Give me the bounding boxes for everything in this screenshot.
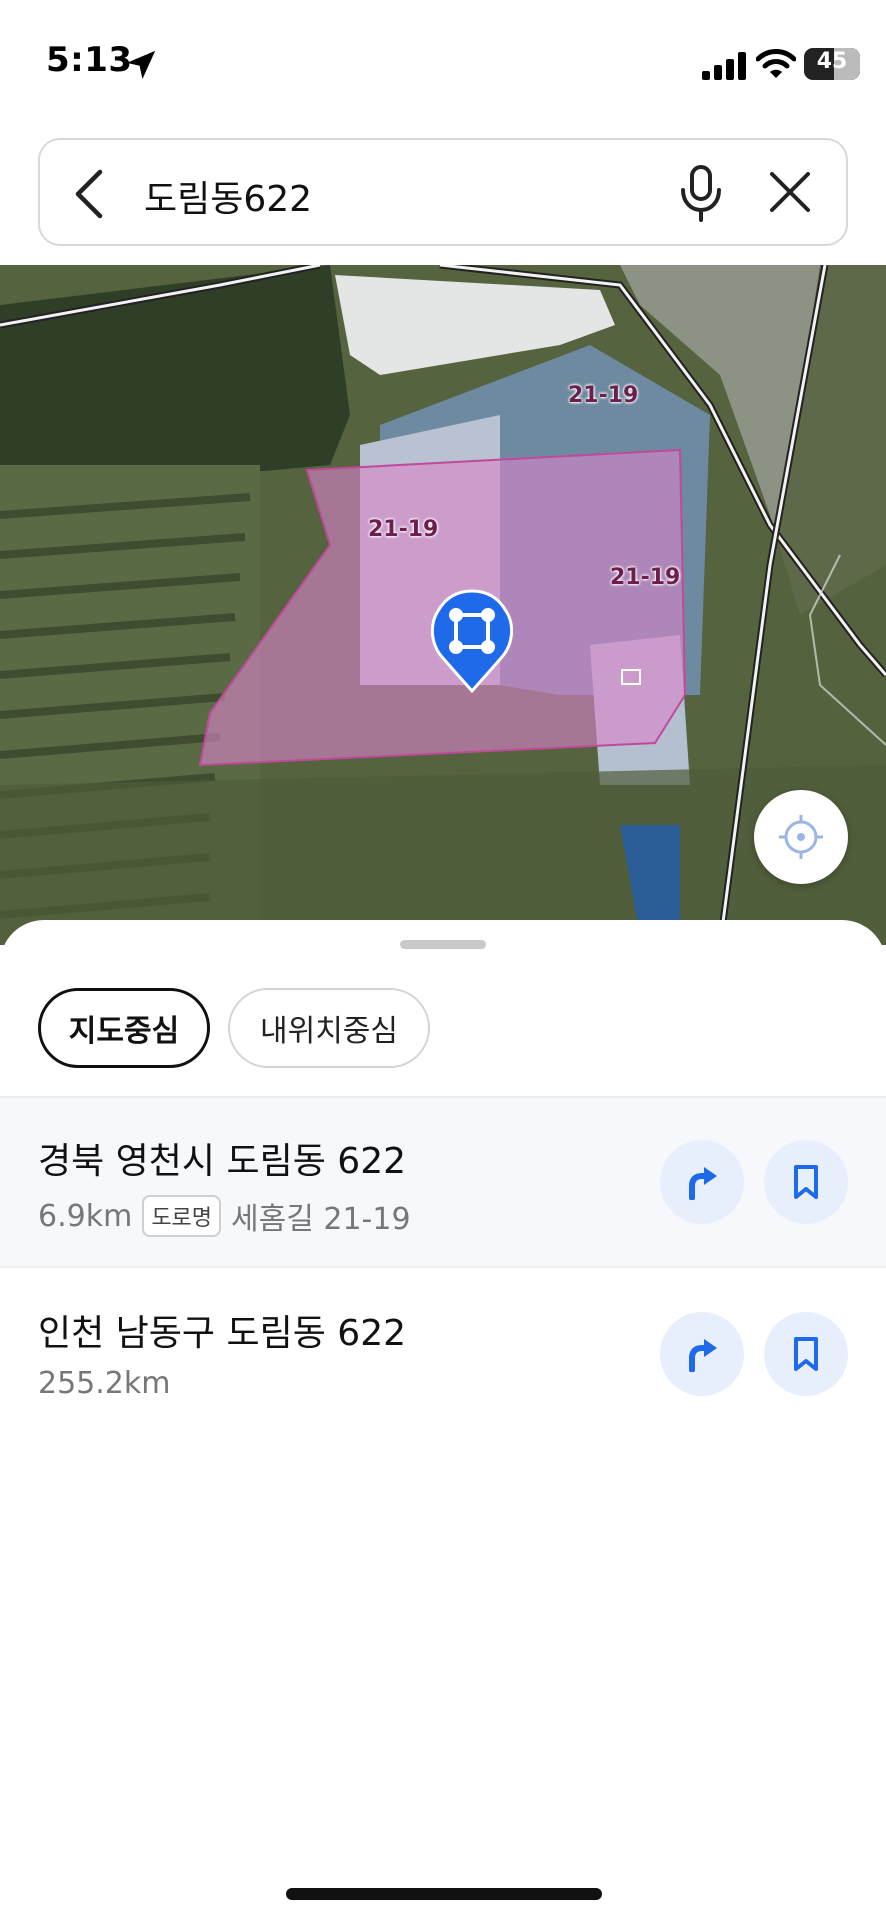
sheet-drag-handle[interactable]: [400, 940, 486, 949]
app-screen: 5:13 45 도림동622 21-19 21-19 21-19 지도중심 내위…: [0, 0, 886, 1920]
land-parcel-pin-icon[interactable]: [430, 587, 514, 695]
gps-locate-button[interactable]: [754, 790, 848, 884]
directions-arrow-icon: [689, 1167, 717, 1200]
search-box[interactable]: 도림동622: [38, 138, 848, 246]
parcel-label: 21-19: [368, 517, 439, 542]
bookmark-button[interactable]: [764, 1140, 848, 1224]
result-meta: 255.2km: [38, 1366, 170, 1401]
status-bar: 5:13 45: [0, 0, 886, 118]
battery-icon: 45: [804, 48, 860, 80]
road-name-badge: 도로명: [142, 1195, 222, 1237]
location-arrow-icon: [126, 50, 156, 80]
map-view[interactable]: 21-19 21-19 21-19: [0, 265, 886, 945]
clear-x-icon[interactable]: [768, 170, 812, 214]
result-title: 경북 영천시 도림동 622: [38, 1141, 407, 1182]
road-address: 세홈길 21-19: [231, 1202, 411, 1237]
search-header: 도림동622: [0, 118, 886, 265]
map-center-filter-chip[interactable]: 지도중심: [38, 988, 210, 1068]
result-meta: 6.9km 도로명 세홈길 21-19: [38, 1194, 411, 1238]
wifi-icon: [756, 49, 796, 78]
bookmark-icon: [794, 1165, 818, 1199]
directions-button[interactable]: [660, 1312, 744, 1396]
home-indicator[interactable]: [286, 1888, 602, 1900]
search-input[interactable]: 도림동622: [144, 170, 312, 222]
status-time: 5:13: [46, 40, 133, 80]
parcel-label: 21-19: [568, 383, 639, 408]
back-arrow-icon[interactable]: [70, 168, 110, 220]
bookmark-button[interactable]: [764, 1312, 848, 1396]
result-list-item[interactable]: 인천 남동구 도림동 622 255.2km: [0, 1270, 886, 1440]
my-location-center-filter-chip[interactable]: 내위치중심: [228, 988, 430, 1068]
result-title: 인천 남동구 도림동 622: [38, 1313, 407, 1354]
result-list-item[interactable]: 경북 영천시 도림동 622 6.9km 도로명 세홈길 21-19: [0, 1098, 886, 1268]
directions-arrow-icon: [689, 1339, 717, 1372]
results-sheet: 지도중심 내위치중심 경북 영천시 도림동 622 6.9km 도로명 세홈길 …: [0, 920, 886, 1920]
result-distance: 255.2km: [38, 1366, 171, 1401]
bookmark-icon: [794, 1337, 818, 1371]
parcel-label: 21-19: [610, 565, 681, 590]
result-distance: 6.9km: [38, 1198, 133, 1234]
directions-button[interactable]: [660, 1140, 744, 1224]
cellular-signal-icon: [702, 52, 746, 80]
crosshair-locate-icon: [779, 815, 823, 859]
battery-level-text: 45: [816, 49, 848, 74]
microphone-icon[interactable]: [678, 164, 724, 222]
